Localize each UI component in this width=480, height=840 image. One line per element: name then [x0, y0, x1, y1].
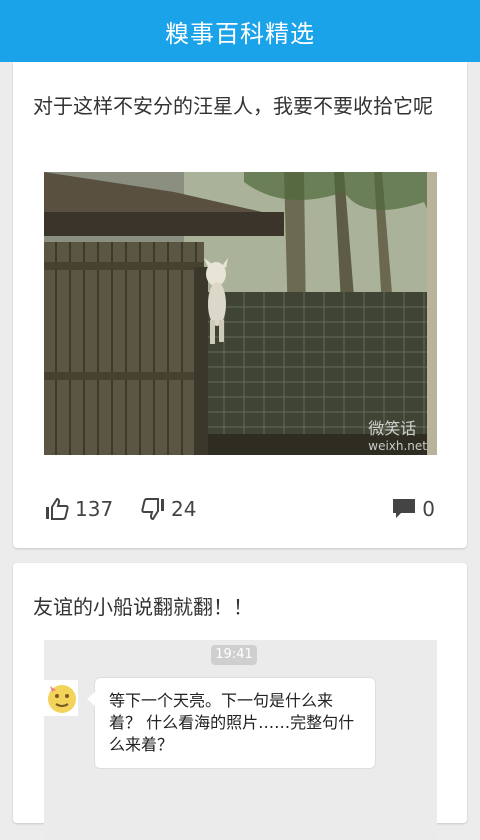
thumbs-down-icon	[141, 498, 164, 520]
dislike-count: 24	[171, 497, 197, 521]
thumbs-up-icon	[46, 498, 69, 520]
app-title: 糗事百科精选	[165, 19, 315, 48]
post-actions: 137 24 0	[13, 492, 467, 526]
chat-timestamp: 19:41	[211, 645, 257, 665]
post-text: 对于这样不安分的汪星人，我要不要收拾它呢	[33, 94, 433, 118]
comment-count: 0	[422, 497, 435, 521]
post-image[interactable]: 微笑话 weixh.net	[44, 172, 437, 455]
dislike-button[interactable]: 24	[141, 492, 196, 526]
dog-fence-photo	[44, 172, 437, 455]
post-card[interactable]: 对于这样不安分的汪星人，我要不要收拾它呢 微笑话 weixh.net 137 2…	[13, 62, 467, 548]
post-image[interactable]: 19:41 等下一个天亮。下一句是什么来着？ 什么看海的照片……完整句什么来着？	[44, 640, 437, 840]
comment-bubble-icon	[393, 499, 416, 518]
like-button[interactable]: 137	[45, 492, 113, 526]
comment-button[interactable]: 0	[392, 492, 435, 526]
app-bar: 糗事百科精选	[0, 0, 480, 62]
post-card[interactable]: 友谊的小船说翻就翻！！ 19:41 等下一个天亮。下一句是什么来着？ 什么看海的…	[13, 563, 467, 840]
chat-bubble: 等下一个天亮。下一句是什么来着？ 什么看海的照片……完整句什么来着？	[87, 677, 376, 769]
image-watermark: 微笑话 weixh.net	[368, 419, 427, 453]
like-count: 137	[75, 497, 114, 521]
avatar	[44, 680, 78, 716]
post-text: 友谊的小船说翻就翻！！	[33, 595, 253, 619]
